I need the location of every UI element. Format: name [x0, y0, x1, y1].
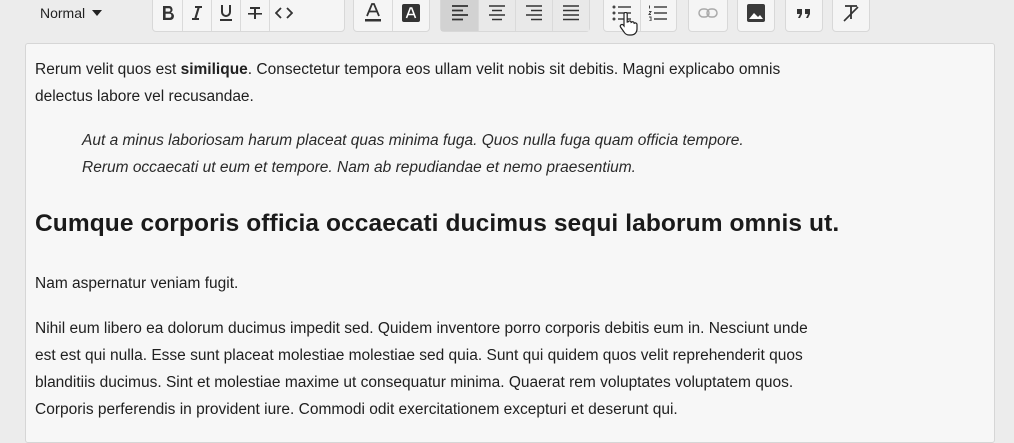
- clear-formatting-button[interactable]: [833, 0, 869, 31]
- code-button[interactable]: [269, 0, 298, 31]
- paragraph-3-line-2: est est qui nulla. Esse sunt placeat mol…: [35, 347, 803, 364]
- inline-format-group: [152, 0, 345, 32]
- align-left-icon: [451, 5, 468, 21]
- blockquote-button[interactable]: [786, 0, 822, 31]
- heading-format-select[interactable]: Normal: [40, 4, 103, 22]
- align-right-icon: [526, 5, 542, 21]
- link-button[interactable]: [689, 0, 727, 31]
- align-right-button[interactable]: [515, 0, 552, 31]
- strikethrough-button[interactable]: [240, 0, 269, 31]
- paragraph-3: Nihil eum libero ea dolorum ducimus impe…: [35, 315, 808, 423]
- underline-icon: [220, 5, 232, 21]
- paragraph-1-text-end: . Consectetur tempora eos ullam velit no…: [247, 61, 781, 78]
- color-group: [353, 0, 430, 32]
- italic-button[interactable]: [182, 0, 211, 31]
- link-group: [688, 0, 728, 32]
- image-icon: [747, 4, 765, 22]
- paragraph-1: Rerum velit quos est similique. Consecte…: [35, 56, 780, 110]
- quote-group: [785, 0, 823, 32]
- align-center-button[interactable]: [478, 0, 515, 31]
- editor-toolbar: Normal: [0, 0, 1014, 40]
- paragraph-1-text-start: Rerum velit quos est: [35, 61, 181, 78]
- blockquote: Aut a minus laboriosam harum placeat qua…: [82, 127, 744, 181]
- list-group: [603, 0, 677, 32]
- paragraph-2: Nam aspernatur veniam fugit.: [35, 275, 239, 292]
- image-button[interactable]: [738, 0, 774, 31]
- section-heading: Cumque corporis officia occaecati ducimu…: [35, 210, 840, 237]
- quote-icon: [797, 9, 810, 18]
- hand-cursor-icon: [619, 12, 638, 36]
- link-icon: [698, 8, 718, 18]
- strikethrough-icon: [248, 7, 262, 19]
- background-color-icon: [401, 4, 420, 22]
- numbered-list-button[interactable]: [639, 0, 676, 31]
- text-color-icon: [364, 3, 381, 22]
- paragraph-1-bold-word: similique: [180, 61, 248, 78]
- align-center-icon: [489, 5, 505, 21]
- bold-icon: [162, 6, 174, 21]
- numbered-list-icon: [648, 5, 668, 21]
- chevron-down-icon: [92, 10, 103, 16]
- bold-button[interactable]: [153, 0, 182, 31]
- alignment-group: [440, 0, 590, 32]
- underline-button[interactable]: [211, 0, 240, 31]
- background-color-button[interactable]: [391, 0, 430, 31]
- blockquote-line-2: Rerum occaecati ut eum et tempore. Nam a…: [82, 159, 636, 176]
- heading-format-value: Normal: [40, 5, 86, 21]
- align-justify-button[interactable]: [552, 0, 589, 31]
- text-color-button[interactable]: [354, 0, 392, 31]
- italic-icon: [192, 6, 202, 20]
- paragraph-1-line-2: delectus labore vel recusandae.: [35, 88, 254, 105]
- align-left-button[interactable]: [441, 0, 478, 31]
- paragraph-3-line-4: Corporis perferendis in provident iure. …: [35, 401, 678, 418]
- blockquote-line-1: Aut a minus laboriosam harum placeat qua…: [82, 132, 744, 149]
- image-group: [737, 0, 775, 32]
- align-justify-icon: [563, 5, 579, 21]
- clear-formatting-icon: [843, 5, 859, 22]
- code-icon: [275, 7, 293, 19]
- paragraph-3-line-1: Nihil eum libero ea dolorum ducimus impe…: [35, 320, 808, 337]
- paragraph-3-line-3: blanditiis ducimus. Sint et molestiae ma…: [35, 374, 794, 391]
- clear-formatting-group: [832, 0, 870, 32]
